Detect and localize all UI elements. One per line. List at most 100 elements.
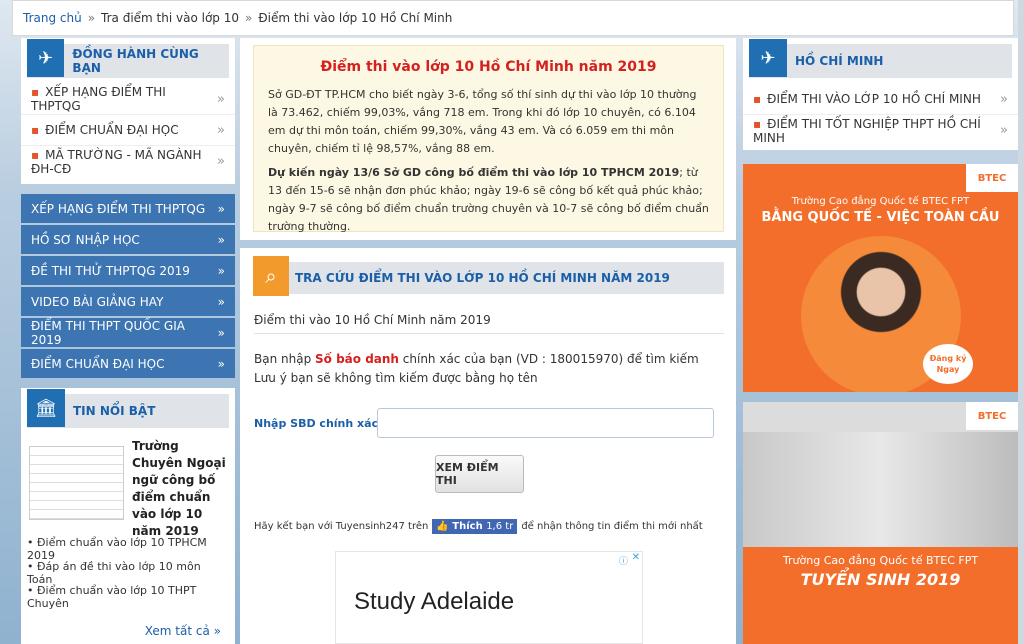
left-box-featured: 🏛 TIN NỔI BẬT Trường Chuyên Ngoại ngữ cô… xyxy=(21,388,235,644)
featured-header: 🏛 TIN NỔI BẬT xyxy=(27,389,229,428)
hcm-header: ✈ HỒ CHÍ MINH xyxy=(749,39,1012,78)
right-box-hcm: ✈ HỒ CHÍ MINH ▪ ĐIỂM THI VÀO LỚP 10 HỒ CH… xyxy=(743,38,1018,150)
paper-plane-icon: ✈ xyxy=(27,39,65,77)
ad-close-icon[interactable]: ✕ xyxy=(632,552,640,563)
search-subtitle: Điểm thi vào 10 Hồ Chí Minh năm 2019 xyxy=(254,313,491,327)
list-item-label: XẾP HẠNG ĐIỂM THI THPTQG xyxy=(31,85,166,113)
notice-paragraph: Sở GD-ĐT TP.HCM cho biết ngày 3-6, tổng … xyxy=(268,88,697,155)
featured-thumbnail xyxy=(29,446,125,520)
notice-paragraph: Dự kiến ngày 13/6 Sở GD công bố điểm thi… xyxy=(268,164,709,236)
double-chevron-icon: » xyxy=(217,154,225,169)
list-item[interactable]: ▪ ĐIỂM THI TỐT NGHIỆP THPT HỒ CHÍ MINH » xyxy=(743,115,1018,146)
nav-item-label: ĐIỂM THI THPT QUỐC GIA 2019 xyxy=(31,318,185,347)
list-item[interactable]: ▪ ĐIỂM CHUẨN ĐẠI HỌC » xyxy=(21,115,235,146)
notice-title: Điểm thi vào lớp 10 Hồ Chí Minh năm 2019 xyxy=(320,59,657,75)
register-badge[interactable]: Đăng ký Ngay xyxy=(923,344,973,384)
list-item-label: MÃ TRƯỜNG - MÃ NGÀNH ĐH-CĐ xyxy=(31,147,202,176)
facebook-text: để nhận thông tin điểm thi mới nhất xyxy=(521,521,703,532)
study-adelaide-ad[interactable]: ⓘ ✕ Study Adelaide xyxy=(335,551,643,644)
companion-header: ✈ ĐỒNG HÀNH CÙNG BẠN xyxy=(27,39,229,78)
sbd-input[interactable] xyxy=(377,408,714,438)
ad-title: BẰNG QUỐC TẾ - VIỆC TOÀN CẦU xyxy=(761,210,1000,225)
breadcrumb-home[interactable]: Trang chủ xyxy=(23,11,82,25)
list-item[interactable]: ▪ ĐIỂM THI VÀO LỚP 10 HỒ CHÍ MINH » xyxy=(743,84,1018,115)
btec-logo: BTEC xyxy=(966,402,1018,430)
ad-subtitle: Trường Cao đẳng Quốc tế BTEC FPT xyxy=(791,196,970,207)
news-item-label: Đáp án đề thi vào lớp 10 môn Toán xyxy=(27,560,201,586)
list-item[interactable]: ▪ XẾP HẠNG ĐIỂM THI THPTQG » xyxy=(21,84,235,115)
news-item[interactable]: • Đáp án đề thi vào lớp 10 môn Toán xyxy=(27,560,229,586)
nav-item[interactable]: ĐIỂM THI THPT QUỐC GIA 2019 » xyxy=(21,318,235,347)
breadcrumb-level3[interactable]: Điểm thi vào lớp 10 Hồ Chí Minh xyxy=(258,11,452,25)
companion-list: ▪ XẾP HẠNG ĐIỂM THI THPTQG» ▪ ĐIỂM CHUẨN Đ… xyxy=(21,84,235,177)
list-item-label: ĐIỂM THI TỐT NGHIỆP THPT HỒ CHÍ MINH xyxy=(753,116,981,145)
companion-title: ĐỒNG HÀNH CÙNG BẠN xyxy=(72,47,199,75)
magnifier-icon: ⌕ xyxy=(253,256,289,296)
nav-item-label: HỒ SƠ NHẬP HỌC xyxy=(31,232,140,247)
like-label: Thích xyxy=(452,521,483,532)
instruction-note: Lưu ý bạn sẽ không tìm kiếm được bằng họ… xyxy=(254,371,538,385)
double-chevron-icon: » xyxy=(217,122,225,138)
double-chevron-icon: » xyxy=(217,356,225,371)
instruction-highlight: Số báo danh xyxy=(315,352,399,366)
news-item-label: Điểm chuẩn vào lớp 10 TPHCM 2019 xyxy=(27,536,207,562)
students-photo xyxy=(743,432,1018,547)
news-item[interactable]: • Điểm chuẩn vào lớp 10 THPT Chuyên xyxy=(27,584,229,610)
featured-headline[interactable]: Trường Chuyên Ngoại ngữ công bố điểm chu… xyxy=(132,438,227,538)
ad-title: TUYỂN SINH 2019 xyxy=(800,570,961,589)
paper-plane-icon: ✈ xyxy=(749,39,787,77)
sbd-label: Nhập SBD chính xác xyxy=(254,417,379,430)
scrollbar[interactable] xyxy=(1018,0,1024,644)
breadcrumb-separator: » xyxy=(87,11,96,25)
nav-item[interactable]: VIDEO BÀI GIẢNG HAY » xyxy=(21,287,235,316)
featured-article[interactable]: Trường Chuyên Ngoại ngữ công bố điểm chu… xyxy=(21,434,235,538)
bullet-icon: ▪ xyxy=(753,92,762,106)
instruction-text: Bạn nhập xyxy=(254,352,316,366)
left-box-companion: ✈ ĐỒNG HÀNH CÙNG BẠN ▪ XẾP HẠNG ĐIỂM THI … xyxy=(21,38,235,184)
instructions: Bạn nhập Số báo danh chính xác của bạn (… xyxy=(254,350,699,388)
hcm-title: HỒ CHÍ MINH xyxy=(795,54,884,68)
instruction-text: chính xác của bạn (VD : 180015970) để tì… xyxy=(398,352,699,366)
breadcrumb-level2[interactable]: Tra điểm thi vào lớp 10 xyxy=(101,11,239,25)
notice-box: Điểm thi vào lớp 10 Hồ Chí Minh năm 2019… xyxy=(253,45,724,233)
news-item[interactable]: • Điểm chuẩn vào lớp 10 TPHCM 2019 xyxy=(27,536,229,562)
thumb-icon: 👍 xyxy=(436,521,449,532)
list-item-label: ĐIỂM THI VÀO LỚP 10 HỒ CHÍ MINH xyxy=(767,92,981,106)
ad-headline: Study Adelaide xyxy=(354,588,515,615)
double-chevron-icon: » xyxy=(1000,91,1008,107)
bullet-icon: ▪ xyxy=(31,123,40,137)
facebook-row: Hãy kết bạn với Tuyensinh247 trên 👍 Thíc… xyxy=(254,519,703,534)
list-item-label: ĐIỂM CHUẨN ĐẠI HỌC xyxy=(45,123,179,137)
view-score-button[interactable]: XEM ĐIỂM THI xyxy=(435,455,524,493)
ad-subtitle: Trường Cao đẳng Quốc tế BTEC FPT xyxy=(782,554,979,567)
news-item-label: Điểm chuẩn vào lớp 10 THPT Chuyên xyxy=(27,584,197,610)
nav-item-label: VIDEO BÀI GIẢNG HAY xyxy=(31,294,164,309)
btec-logo: BTEC xyxy=(966,164,1018,192)
hcm-list: ▪ ĐIỂM THI VÀO LỚP 10 HỒ CHÍ MINH» ▪ ĐIỂM … xyxy=(743,84,1018,146)
see-all-link[interactable]: Xem tất cả » xyxy=(145,624,221,638)
double-chevron-icon: » xyxy=(213,624,221,638)
bullet-icon: ▪ xyxy=(753,116,762,131)
double-chevron-icon: » xyxy=(217,325,225,340)
notice-bold: Dự kiến ngày 13/6 Sở GD công bố điểm thi… xyxy=(268,166,680,179)
nav-item[interactable]: ĐỀ THI THỬ THPTQG 2019 » xyxy=(21,256,235,285)
news-list: • Điểm chuẩn vào lớp 10 TPHCM 2019 • Đáp… xyxy=(21,526,235,610)
facebook-text: Hãy kết bạn với Tuyensinh247 trên xyxy=(254,521,429,532)
list-item[interactable]: ▪ MÃ TRƯỜNG - MÃ NGÀNH ĐH-CĐ » xyxy=(21,146,235,177)
btec-ad-2[interactable]: BTEC Trường Cao đẳng Quốc tế BTEC FPT TU… xyxy=(743,402,1018,644)
double-chevron-icon: » xyxy=(217,294,225,309)
btec-ad-1[interactable]: BTEC Trường Cao đẳng Quốc tế BTEC FPT BẰ… xyxy=(743,164,1018,392)
nav-item[interactable]: ĐIỂM CHUẨN ĐẠI HỌC » xyxy=(21,349,235,378)
divider xyxy=(254,333,724,334)
nav-item-label: ĐIỂM CHUẨN ĐẠI HỌC xyxy=(31,356,165,371)
breadcrumb: Trang chủ » Tra điểm thi vào lớp 10 » Đi… xyxy=(12,0,1014,36)
facebook-like-button[interactable]: 👍 Thích 1,6 tr xyxy=(432,519,518,534)
nav-item[interactable]: HỒ SƠ NHẬP HỌC » xyxy=(21,225,235,254)
adchoices-icon[interactable]: ⓘ xyxy=(619,554,628,567)
nav-item[interactable]: XẾP HẠNG ĐIỂM THI THPTQG » xyxy=(21,194,235,223)
nav-item-label: ĐỀ THI THỬ THPTQG 2019 xyxy=(31,263,190,278)
breadcrumb-separator: » xyxy=(245,11,253,25)
left-nav: XẾP HẠNG ĐIỂM THI THPTQG » HỒ SƠ NHẬP HỌC… xyxy=(21,194,235,380)
search-header: ⌕ TRA CỨU ĐIỂM THI VÀO LỚP 10 HỒ CHÍ MIN… xyxy=(253,256,724,296)
bullet-icon: ▪ xyxy=(31,85,40,99)
